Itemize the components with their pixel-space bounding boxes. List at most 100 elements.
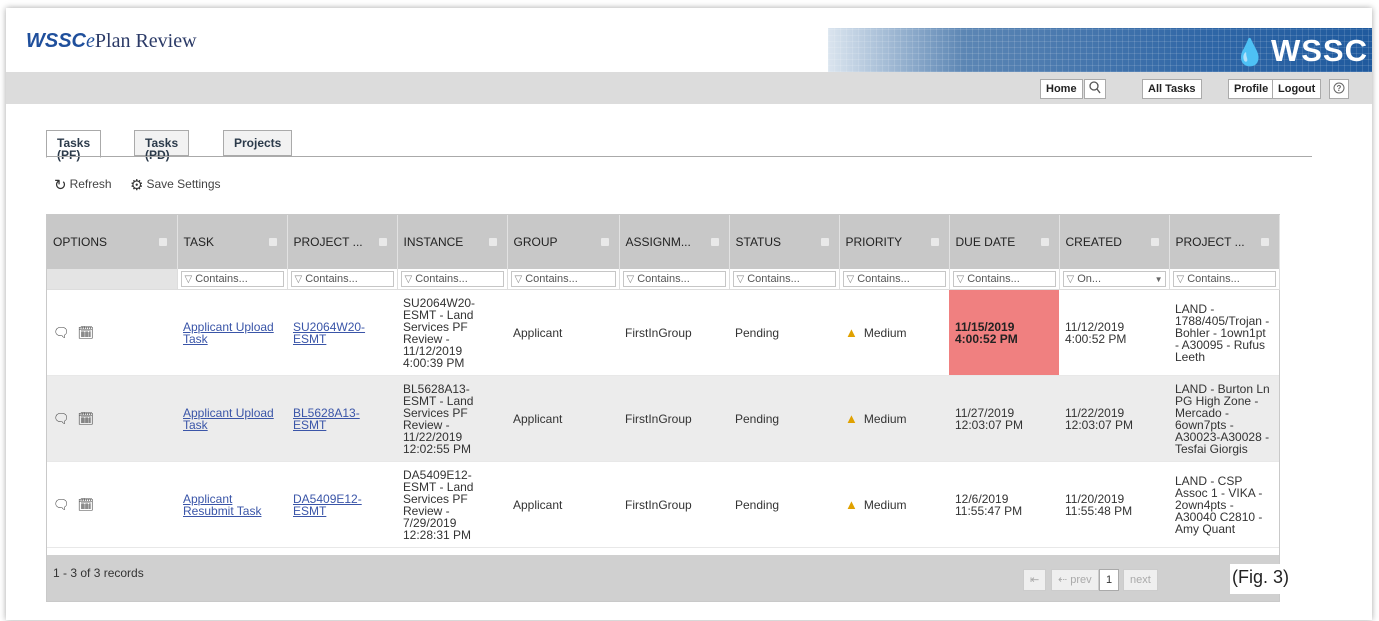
options-cell: 🗨 🗓 [47, 375, 177, 462]
home-button[interactable]: Home [1040, 79, 1083, 99]
filter-icon: ▽ [626, 274, 635, 285]
column-menu-icon[interactable] [600, 238, 609, 246]
app-logo[interactable]: WSSCePlan Review [26, 30, 197, 53]
col-group[interactable]: GROUP [507, 215, 620, 269]
next-page-button[interactable]: next [1123, 569, 1158, 591]
col-due-date[interactable]: DUE DATE [949, 215, 1060, 269]
instance-cell: BL5628A13-ESMT - Land Services PF Review… [397, 375, 507, 462]
col-project-desc[interactable]: PROJECT ... [1169, 215, 1280, 269]
header-banner: 💧 WSSC [828, 28, 1372, 72]
project-desc-cell: LAND - Burton Ln PG High Zone - Mercado … [1169, 375, 1279, 462]
column-menu-icon[interactable] [378, 238, 387, 246]
tab-projects[interactable]: Projects [223, 130, 293, 156]
table-row: 🗨 🗓 Applicant Resubmit Task DA5409E12-ESM… [47, 461, 1279, 548]
col-assignment[interactable]: ASSIGNM... [619, 215, 730, 269]
filter-project-desc[interactable]: ▽ Contains... [1172, 271, 1276, 287]
search-icon [1089, 81, 1101, 94]
filter-icon: ▽ [184, 274, 193, 285]
col-task[interactable]: TASK [177, 215, 288, 269]
group-cell: Applicant [507, 461, 619, 548]
col-created[interactable]: CREATED [1059, 215, 1170, 269]
warning-icon: ▲ [845, 496, 858, 512]
column-menu-icon[interactable] [820, 238, 829, 246]
filter-icon: ▽ [1176, 274, 1185, 285]
warning-icon: ▲ [845, 324, 858, 340]
filter-group[interactable]: ▽ Contains... [510, 271, 616, 287]
col-project[interactable]: PROJECT ... [287, 215, 398, 269]
column-menu-icon[interactable] [930, 238, 939, 246]
header-row: OPTIONS TASK PROJECT ... INSTANCE GROUP … [47, 215, 1280, 269]
column-menu-icon[interactable] [1260, 238, 1269, 246]
save-settings-button[interactable]: ⚙ Save Settings [130, 176, 221, 194]
record-count: 1 - 3 of 3 records [53, 566, 144, 580]
comment-icon[interactable]: 🗨 [53, 411, 70, 426]
col-status[interactable]: STATUS [729, 215, 840, 269]
tab-tasks-pf[interactable]: Tasks (PF) [46, 130, 102, 161]
priority-label: Medium [863, 411, 907, 426]
filter-assignment[interactable]: ▽ Contains... [622, 271, 726, 287]
group-cell: Applicant [507, 375, 619, 462]
refresh-button[interactable]: ↻ Refresh [54, 176, 112, 194]
comment-icon[interactable]: 🗨 [53, 325, 70, 340]
project-cell: SU2064W20-ESMT [287, 289, 397, 376]
prev-page-button[interactable]: ⇠ prev [1051, 569, 1099, 591]
options-cell: 🗨 🗓 [47, 461, 177, 548]
status-cell: Pending [729, 289, 839, 376]
filter-status[interactable]: ▽ Contains... [732, 271, 836, 287]
due-date-cell: 11/15/2019 4:00:52 PM [949, 289, 1059, 376]
page-1-button[interactable]: 1 [1099, 569, 1120, 591]
column-menu-icon[interactable] [1150, 238, 1159, 246]
project-link[interactable]: DA5409E12-ESMT [293, 492, 362, 518]
column-menu-icon[interactable] [1040, 238, 1049, 246]
dropdown-caret-icon[interactable]: ▼ [1155, 274, 1163, 286]
column-menu-icon[interactable] [710, 238, 719, 246]
column-menu-icon[interactable] [488, 238, 497, 246]
instance-cell: DA5409E12-ESMT - Land Services PF Review… [397, 461, 507, 548]
filter-icon: ▽ [736, 274, 745, 285]
task-link[interactable]: Applicant Resubmit Task [183, 492, 261, 518]
col-instance[interactable]: INSTANCE [397, 215, 508, 269]
filter-due-date[interactable]: ▽ Contains... [952, 271, 1056, 287]
refresh-icon: ↻ [54, 177, 67, 194]
group-cell: Applicant [507, 289, 619, 376]
created-cell: 11/22/2019 12:03:07 PM [1059, 375, 1169, 462]
col-options[interactable]: OPTIONS [47, 215, 178, 269]
assignment-cell: FirstInGroup [619, 461, 729, 548]
task-link[interactable]: Applicant Upload Task [183, 320, 274, 346]
save-settings-label: Save Settings [146, 177, 221, 191]
brand-text: WSSC [1271, 33, 1368, 68]
first-page-button[interactable]: ⇤ [1023, 569, 1047, 591]
col-priority[interactable]: PRIORITY [839, 215, 950, 269]
history-icon[interactable]: 🗓 [78, 325, 95, 340]
assignment-cell: FirstInGroup [619, 375, 729, 462]
filter-instance[interactable]: ▽ Contains... [400, 271, 504, 287]
filter-priority[interactable]: ▽ Contains... [842, 271, 946, 287]
filter-task[interactable]: ▽ Contains... [180, 271, 284, 287]
task-link[interactable]: Applicant Upload Task [183, 406, 274, 432]
tab-tasks-pd[interactable]: Tasks (PD) [134, 130, 190, 161]
help-icon: ? [1333, 82, 1345, 94]
priority-label: Medium [863, 325, 907, 340]
due-date-cell: 11/27/2019 12:03:07 PM [949, 375, 1059, 462]
history-icon[interactable]: 🗓 [78, 411, 95, 426]
profile-button[interactable]: Profile [1228, 79, 1275, 99]
column-menu-icon[interactable] [158, 238, 167, 246]
history-icon[interactable]: 🗓 [78, 497, 95, 512]
comment-icon[interactable]: 🗨 [53, 497, 70, 512]
filter-created[interactable]: ▽ On... ▼ [1062, 271, 1166, 287]
all-tasks-button[interactable]: All Tasks [1142, 79, 1202, 99]
logout-button[interactable]: Logout [1272, 79, 1322, 99]
help-button[interactable]: ? [1329, 79, 1349, 99]
svg-text:?: ? [1337, 84, 1342, 93]
project-link[interactable]: SU2064W20-ESMT [293, 320, 365, 346]
app-window: WSSCePlan Review 💧 WSSC Home All Tasks Pr… [6, 8, 1372, 620]
search-button[interactable] [1084, 79, 1106, 99]
task-cell: Applicant Upload Task [177, 289, 287, 376]
save-settings-icon: ⚙ [130, 177, 144, 194]
project-link[interactable]: BL5628A13-ESMT [293, 406, 360, 432]
warning-icon: ▲ [845, 410, 858, 426]
status-cell: Pending [729, 375, 839, 462]
filter-project[interactable]: ▽ Contains... [290, 271, 394, 287]
column-menu-icon[interactable] [268, 238, 277, 246]
filter-row: ▽ Contains... ▽ Contains... ▽ Contains... ▽… [47, 269, 1280, 290]
